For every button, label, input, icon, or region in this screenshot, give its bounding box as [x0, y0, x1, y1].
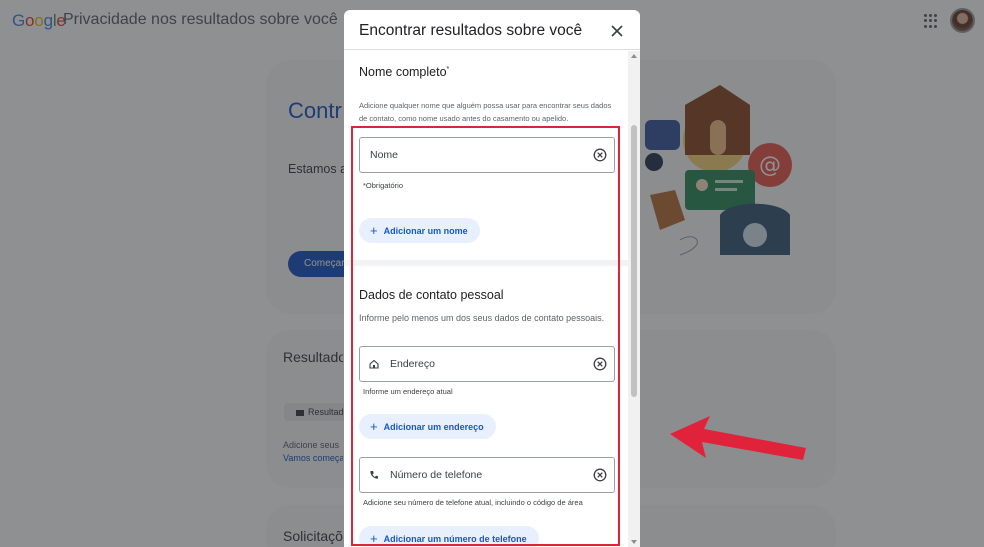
close-icon[interactable]	[610, 24, 624, 38]
dialog-title: Encontrar resultados sobre você	[359, 22, 583, 39]
red-arrow-annotation	[670, 416, 806, 460]
name-section-description: Adicione qualquer nome que alguém possa …	[359, 101, 612, 123]
name-section-title-text: Nome completo	[359, 65, 447, 79]
dialog-scrollbar[interactable]	[628, 51, 640, 547]
scroll-thumb[interactable]	[631, 125, 637, 397]
scroll-down-icon[interactable]	[631, 540, 637, 544]
scroll-up-icon[interactable]	[631, 54, 637, 58]
dialog-header: Encontrar resultados sobre você	[344, 10, 640, 50]
highlight-box	[351, 126, 620, 546]
name-section-title: Nome completo*	[359, 65, 449, 79]
required-mark: *	[446, 65, 450, 73]
